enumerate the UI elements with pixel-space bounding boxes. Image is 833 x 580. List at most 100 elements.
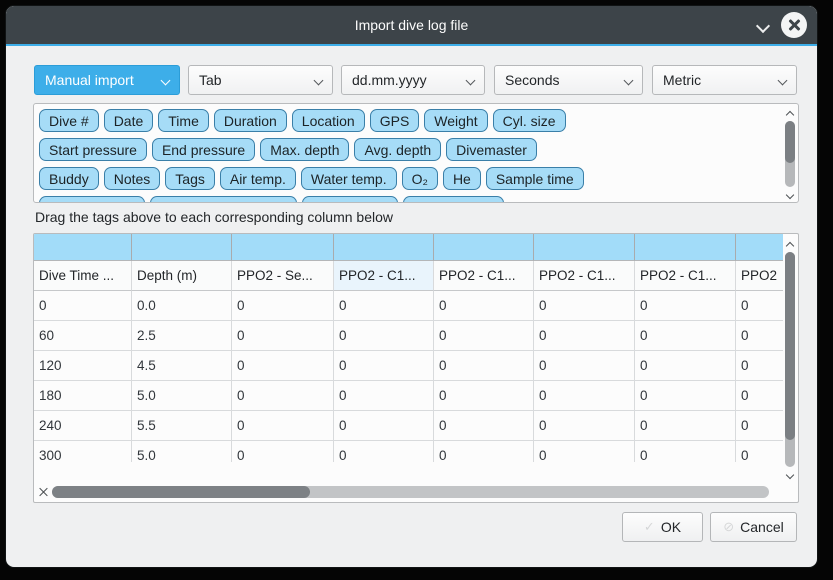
- ok-button-label: OK: [661, 519, 681, 535]
- table-cell: 5.0: [132, 441, 232, 462]
- tag-cyl-size[interactable]: Cyl. size: [493, 109, 566, 132]
- drop-target-cell[interactable]: [736, 234, 783, 261]
- combo-value: dd.mm.yyyy: [352, 72, 427, 88]
- table-cell: 0: [534, 291, 635, 321]
- tag-tags[interactable]: Tags: [165, 167, 215, 190]
- combo-units[interactable]: Metric: [652, 65, 797, 95]
- drop-target-cell[interactable]: [334, 234, 434, 261]
- table-cell: 0: [736, 351, 783, 381]
- table-row: 1204.5000000: [34, 351, 783, 381]
- table-cell: 300: [34, 441, 132, 462]
- tag-date[interactable]: Date: [104, 109, 154, 132]
- table-cell: 0: [334, 441, 434, 462]
- scroll-right-icon[interactable]: [36, 487, 46, 497]
- tag-palette-scrollbar[interactable]: [783, 105, 797, 203]
- import-dialog-window: Import dive log file Manual import Tab dd.…: [5, 5, 818, 568]
- scrollbar-thumb[interactable]: [785, 121, 795, 163]
- table-vscrollbar[interactable]: [783, 235, 797, 483]
- tag-row: Dive #DateTimeDurationLocationGPSWeight C…: [39, 109, 778, 132]
- table-cell: 5.5: [132, 411, 232, 441]
- tag-divemaster[interactable]: Divemaster: [446, 138, 537, 161]
- column-header[interactable]: Dive Time ...: [34, 261, 132, 291]
- cancel-icon: ⊘: [723, 519, 734, 535]
- drop-target-cell[interactable]: [635, 234, 736, 261]
- drop-target-cell[interactable]: [132, 234, 232, 261]
- table-cell: 0: [334, 291, 434, 321]
- tag-end-pressure[interactable]: End pressure: [152, 138, 255, 161]
- table-cell: 0: [534, 321, 635, 351]
- column-header[interactable]: PPO2 - C1...: [434, 261, 534, 291]
- column-header[interactable]: Depth (m): [132, 261, 232, 291]
- drop-target-cell[interactable]: [534, 234, 635, 261]
- scroll-down-icon[interactable]: [785, 190, 795, 200]
- tag-max-depth[interactable]: Max. depth: [260, 138, 349, 161]
- table-cell: 0: [232, 291, 334, 321]
- combo-import-mode[interactable]: Manual import: [34, 65, 180, 95]
- tag-dive[interactable]: Dive #: [39, 109, 99, 132]
- combo-value: Manual import: [45, 72, 134, 88]
- table-cell: 0: [736, 411, 783, 441]
- import-preview-table: Dive Time ...Depth (m)PPO2 - Se...PPO2 -…: [33, 233, 799, 503]
- table-cell: 0: [635, 291, 736, 321]
- table-cell: 0: [232, 441, 334, 462]
- tag-sample-po[interactable]: Sample pO₂: [302, 196, 397, 203]
- drag-hint-label: Drag the tags above to each correspondin…: [35, 209, 393, 225]
- ok-button[interactable]: ✓ OK: [622, 512, 703, 542]
- cancel-button-label: Cancel: [740, 519, 784, 535]
- chevron-down-icon: [161, 77, 170, 86]
- close-button[interactable]: [781, 12, 807, 38]
- tag-row: BuddyNotesTagsAir temp.Water temp.O₂HeSa…: [39, 167, 778, 190]
- table-cell: 0: [434, 291, 534, 321]
- tag-sample-depth[interactable]: Sample depth: [39, 196, 145, 203]
- chevron-down-icon: [314, 77, 323, 86]
- scroll-up-icon[interactable]: [785, 239, 795, 249]
- close-icon: [788, 19, 800, 31]
- tag-duration[interactable]: Duration: [214, 109, 287, 132]
- column-header[interactable]: PPO2 - Se...: [232, 261, 334, 291]
- combo-field-separator[interactable]: Tab: [188, 65, 333, 95]
- scrollbar-thumb[interactable]: [785, 252, 795, 440]
- table-cell: 0: [534, 381, 635, 411]
- scroll-down-icon[interactable]: [785, 470, 795, 480]
- scrollbar-thumb[interactable]: [52, 486, 310, 498]
- column-header[interactable]: PPO2 - C1...: [534, 261, 635, 291]
- tag-weight[interactable]: Weight: [424, 109, 487, 132]
- drop-target-cell[interactable]: [232, 234, 334, 261]
- table-cell: 60: [34, 321, 132, 351]
- cancel-button[interactable]: ⊘ Cancel: [710, 512, 797, 542]
- scroll-up-icon[interactable]: [785, 108, 795, 118]
- tag-air-temp[interactable]: Air temp.: [220, 167, 296, 190]
- chevron-down-icon[interactable]: [757, 20, 768, 31]
- drop-target-cell[interactable]: [34, 234, 132, 261]
- table-cell: 0: [736, 321, 783, 351]
- tag-gps[interactable]: GPS: [370, 109, 420, 132]
- table-cell: 0: [434, 381, 534, 411]
- column-header[interactable]: PPO2: [736, 261, 783, 291]
- tag-he[interactable]: He: [443, 167, 481, 190]
- tag-start-pressure[interactable]: Start pressure: [39, 138, 147, 161]
- tag-sample-cns[interactable]: Sample CNS: [403, 196, 504, 203]
- tag-time[interactable]: Time: [158, 109, 209, 132]
- column-header[interactable]: PPO2 - C1...: [635, 261, 736, 291]
- combo-time-format[interactable]: Seconds: [494, 65, 643, 95]
- titlebar[interactable]: Import dive log file: [6, 6, 817, 44]
- table-cell: 0: [34, 291, 132, 321]
- drop-target-cell[interactable]: [434, 234, 534, 261]
- tag-sample-temperature[interactable]: Sample temperature: [150, 196, 297, 203]
- tag-o[interactable]: O₂: [402, 167, 438, 190]
- tag-water-temp[interactable]: Water temp.: [301, 167, 397, 190]
- window-title: Import dive log file: [355, 17, 469, 33]
- table-row: 3005.0000000: [34, 441, 783, 462]
- table-cell: 0: [434, 441, 534, 462]
- table-cell: 0: [534, 441, 635, 462]
- table-hscrollbar[interactable]: [34, 482, 798, 502]
- tag-sample-time[interactable]: Sample time: [486, 167, 584, 190]
- scrollbar-track[interactable]: [52, 486, 769, 498]
- chevron-down-icon: [778, 77, 787, 86]
- tag-buddy[interactable]: Buddy: [39, 167, 99, 190]
- tag-notes[interactable]: Notes: [104, 167, 161, 190]
- tag-location[interactable]: Location: [292, 109, 365, 132]
- column-header[interactable]: PPO2 - C1...: [334, 261, 434, 291]
- combo-date-format[interactable]: dd.mm.yyyy: [341, 65, 485, 95]
- tag-avg-depth[interactable]: Avg. depth: [354, 138, 441, 161]
